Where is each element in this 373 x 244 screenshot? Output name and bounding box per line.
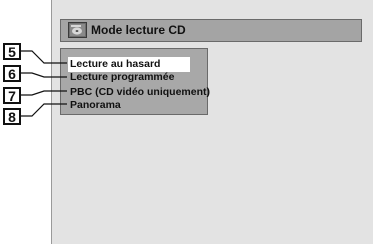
callout-number-6: 6 [3,65,21,82]
callout-number-8: 8 [3,108,21,125]
leader-line-7 [21,90,67,96]
callout-number-7: 7 [3,87,21,104]
callout-leader-lines [21,50,67,117]
leader-line-6 [21,72,67,78]
leader-line-5 [21,50,67,64]
callout-number-5: 5 [3,43,21,60]
leader-line-8 [21,103,67,117]
